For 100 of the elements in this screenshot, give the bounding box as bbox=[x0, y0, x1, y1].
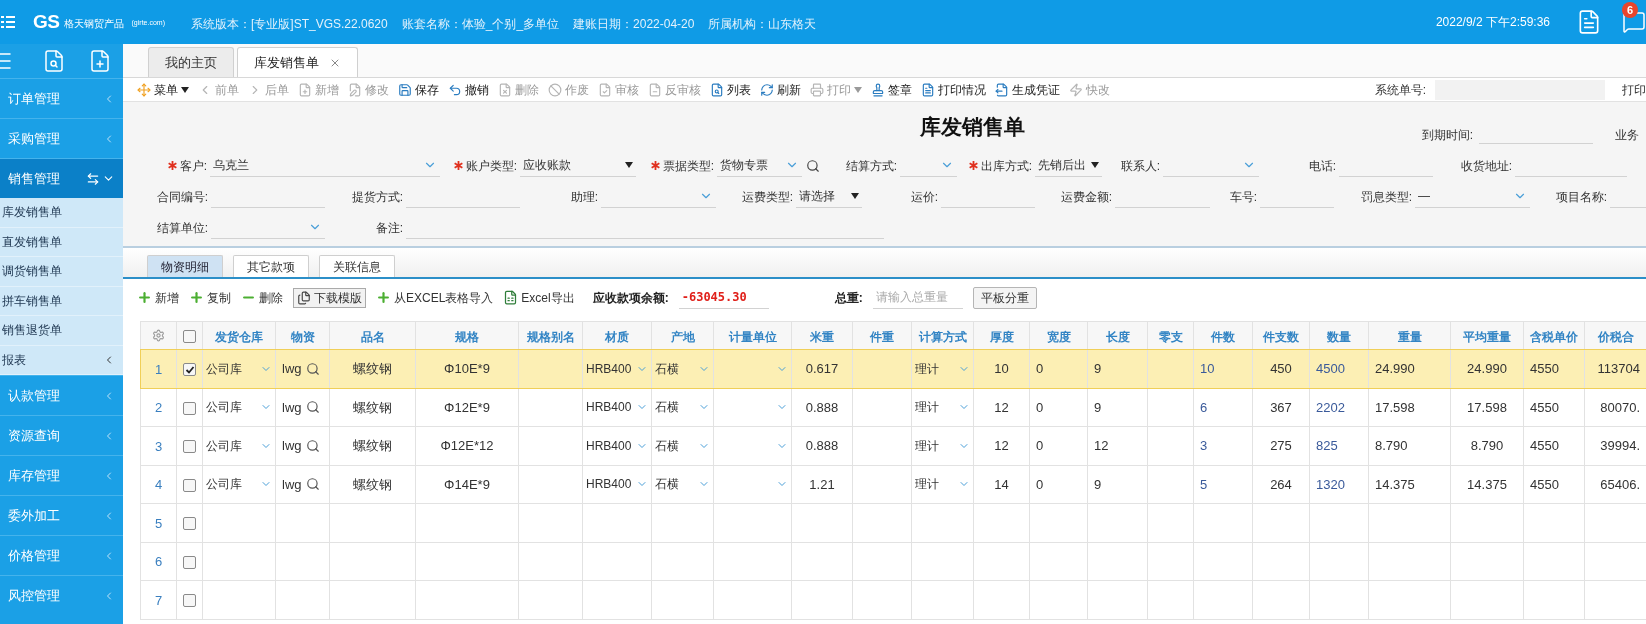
toolbar-button[interactable]: 签章 bbox=[871, 80, 912, 99]
files-icon bbox=[297, 290, 311, 305]
table-row[interactable]: 2 公司库 lwg 螺纹钢 Φ12E*9 HRB400 石横 0.888 理计 12 0 9 6 367 2202 17.598 17.598 4550 80070. bbox=[140, 388, 1646, 427]
table-cell: 275 bbox=[1270, 438, 1292, 453]
notification-badge: 6 bbox=[1622, 2, 1638, 18]
table-cell: 24.990 bbox=[1375, 361, 1415, 376]
field-label: 总重: bbox=[834, 289, 863, 307]
toolbar-button[interactable]: 菜单 bbox=[137, 80, 189, 99]
table-cell: 9 bbox=[1094, 399, 1102, 415]
tab[interactable]: 物资明细 bbox=[147, 255, 223, 277]
sidebar-subitem[interactable]: 销售退货单 bbox=[0, 316, 123, 346]
sidebar-subitem[interactable]: 调货销售单 bbox=[0, 257, 123, 287]
toolbar-button[interactable]: 生成凭证 bbox=[995, 80, 1060, 99]
field-label: 合同编号: bbox=[156, 188, 208, 206]
table-row[interactable]: 3 公司库 lwg 螺纹钢 Φ12E*12 HRB400 石横 0.888 理计 12 0 12 3 275 825 8.790 8.790 4550 39994. bbox=[140, 426, 1646, 465]
table-cell: 6 bbox=[1200, 399, 1208, 415]
checkbox[interactable] bbox=[183, 401, 196, 415]
toolbar-button[interactable]: Excel导出 bbox=[503, 288, 575, 307]
table-cell: 450 bbox=[1270, 361, 1292, 376]
toolbar-button[interactable]: 撤销 bbox=[448, 80, 489, 99]
split-button[interactable]: 平板分重 bbox=[972, 286, 1037, 309]
table-cell: Φ12E*12 bbox=[440, 438, 494, 453]
column-header: 长度 bbox=[1105, 329, 1130, 344]
dropdown-field[interactable]: 请选择 bbox=[796, 185, 862, 208]
toolbar-button[interactable]: 保存 bbox=[398, 80, 439, 99]
row-number: 5 bbox=[154, 515, 163, 531]
sidebar-subitem[interactable]: 拼车销售单 bbox=[0, 286, 123, 316]
table-row[interactable]: 6 bbox=[140, 542, 1646, 581]
tab[interactable]: 我的主页 bbox=[148, 47, 234, 77]
column-header: 材质 bbox=[605, 329, 629, 344]
field-label: 罚息类型: bbox=[1360, 188, 1412, 206]
toolbar-button[interactable]: 新增 bbox=[137, 288, 179, 307]
system-info: 系统版本：[专业版]ST_VGS.22.0620 bbox=[190, 15, 388, 33]
file-search-icon[interactable] bbox=[42, 49, 66, 73]
dropdown-field[interactable]: 乌克兰 bbox=[210, 154, 440, 177]
toolbar-button[interactable]: 打印情况 bbox=[921, 80, 986, 99]
spreadsheet-icon bbox=[503, 290, 519, 305]
sidebar-subitem[interactable]: 库发销售单 bbox=[0, 198, 123, 228]
dropdown-field[interactable]: 货物专票 bbox=[717, 154, 802, 177]
logo-tagline: 格天钢贸产品 bbox=[63, 17, 124, 31]
field-label: 电话: bbox=[1308, 157, 1336, 175]
sidebar-subitem[interactable]: 直发销售单 bbox=[0, 227, 123, 257]
table-row[interactable]: 1 公司库 lwg 螺纹钢 Φ10E*9 HRB400 石横 0.617 理计 10 0 9 10 450 4500 24.990 24.990 4550 113704 bbox=[140, 349, 1646, 388]
table-cell: 12 bbox=[994, 399, 1009, 415]
checkbox[interactable] bbox=[183, 363, 196, 376]
toolbar-button[interactable]: 删除 bbox=[241, 288, 283, 307]
field-label: 票据类型: bbox=[662, 157, 714, 175]
tab[interactable]: 其它款项 bbox=[233, 255, 309, 277]
checkbox[interactable] bbox=[183, 555, 196, 569]
field-label: 备注: bbox=[375, 219, 403, 237]
toolbar-button[interactable]: 复制 bbox=[189, 288, 231, 307]
file-plus-icon[interactable] bbox=[88, 49, 112, 73]
table-cell: 3 bbox=[1200, 438, 1208, 453]
sidebar-subitem[interactable]: 报表 bbox=[0, 345, 123, 375]
table-row[interactable]: 5 bbox=[140, 503, 1646, 542]
search-icon bbox=[305, 438, 320, 453]
field-label: 提货方式: bbox=[351, 188, 403, 206]
table-row[interactable]: 7 bbox=[140, 580, 1646, 619]
file-x-icon bbox=[498, 82, 512, 97]
dropdown-field[interactable]: 先销后出 bbox=[1035, 154, 1102, 177]
checkbox[interactable] bbox=[183, 329, 196, 343]
dropdown-field[interactable]: 应收账款 bbox=[520, 154, 636, 177]
tab[interactable]: 库发销售单 bbox=[237, 47, 358, 77]
form-title: 库发销售单 bbox=[920, 114, 1025, 140]
table-row[interactable]: 4 公司库 lwg 螺纹钢 Φ14E*9 HRB400 石横 1.21 理计 14 0 9 5 264 1320 14.375 14.375 4550 65406. bbox=[140, 465, 1646, 504]
dropdown-field[interactable]: — bbox=[1415, 185, 1530, 208]
sidebar-item[interactable]: 销售管理 bbox=[0, 158, 123, 198]
table-cell: 0 bbox=[1036, 399, 1044, 415]
checkbox[interactable] bbox=[183, 594, 196, 607]
toolbar-button[interactable]: 列表 bbox=[710, 80, 751, 99]
field-label: 到期时间: bbox=[1421, 127, 1473, 144]
row-number: 7 bbox=[154, 592, 163, 608]
table-cell: 12 bbox=[994, 438, 1009, 453]
search-icon[interactable] bbox=[806, 158, 820, 173]
checkbox[interactable] bbox=[183, 517, 196, 530]
table-cell: 12 bbox=[1094, 438, 1109, 453]
input-field[interactable] bbox=[1435, 79, 1605, 100]
grid-icon[interactable] bbox=[1, 16, 15, 28]
table-cell: 4550 bbox=[1530, 476, 1559, 492]
row-number: 6 bbox=[154, 554, 163, 570]
table-cell: 10 bbox=[994, 361, 1009, 376]
input-field[interactable]: 请输入总重量 bbox=[872, 286, 963, 309]
checkbox[interactable] bbox=[183, 478, 196, 492]
checkbox[interactable] bbox=[183, 440, 196, 453]
column-header: 产地 bbox=[670, 329, 695, 344]
settings-icon[interactable] bbox=[152, 329, 165, 342]
table-cell: 14.375 bbox=[1467, 476, 1507, 492]
toolbar-button[interactable]: 下载模版 bbox=[293, 287, 366, 308]
toolbar-button[interactable]: 从EXCEL表格导入 bbox=[376, 288, 494, 307]
tab[interactable]: 关联信息 bbox=[319, 255, 395, 277]
field-label: 收货地址: bbox=[1460, 157, 1512, 175]
table-cell: Φ12E*9 bbox=[444, 399, 490, 415]
table-cell: 2202 bbox=[1316, 399, 1345, 415]
table-cell: 1320 bbox=[1316, 476, 1345, 492]
table-cell: 螺纹钢 bbox=[353, 361, 392, 376]
field-label: 助理: bbox=[570, 188, 598, 206]
table-cell: 4550 bbox=[1530, 438, 1559, 453]
search-icon bbox=[305, 400, 320, 415]
column-header: 计算方式 bbox=[918, 329, 967, 344]
toolbar-button[interactable]: 刷新 bbox=[760, 80, 801, 99]
